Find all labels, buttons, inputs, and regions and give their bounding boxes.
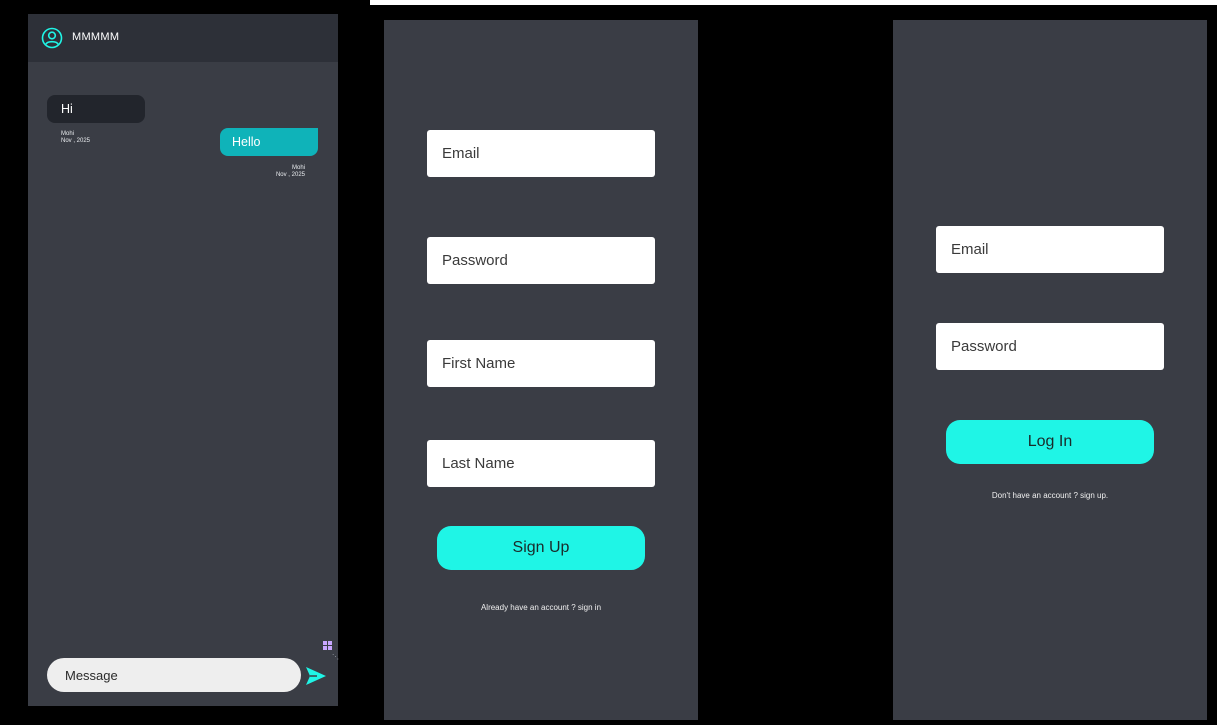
outgoing-message-sender: Mohi bbox=[291, 165, 305, 171]
login-password-field[interactable] bbox=[936, 323, 1164, 370]
grid-icon[interactable] bbox=[323, 641, 332, 650]
incoming-message-date: Nov , 2025 bbox=[61, 138, 91, 144]
log-in-button[interactable]: Log In bbox=[946, 420, 1154, 464]
incoming-message-text: Hi bbox=[61, 102, 73, 116]
sign-up-link[interactable]: Don't have an account ? sign up. bbox=[893, 491, 1207, 500]
first-name-field[interactable] bbox=[427, 340, 655, 387]
last-name-field[interactable] bbox=[427, 440, 655, 487]
signup-password-field[interactable] bbox=[427, 237, 655, 284]
chat-screen: ··· MMMMM Hi Mohi Nov , 2025 Hello Mohi … bbox=[28, 14, 339, 706]
outgoing-message-text: Hello bbox=[232, 135, 261, 149]
signup-email-field[interactable] bbox=[427, 130, 655, 177]
chat-header: MMMMM bbox=[28, 14, 338, 62]
sign-in-link[interactable]: Already have an account ? sign in bbox=[384, 603, 698, 612]
incoming-message-bubble: Hi bbox=[47, 95, 145, 123]
login-screen: Log In Don't have an account ? sign up. bbox=[893, 20, 1207, 720]
resize-dots: ⋱ bbox=[332, 654, 339, 661]
contact-name: MMMMM bbox=[72, 31, 120, 43]
canvas-gap-left bbox=[0, 0, 28, 725]
sign-up-button[interactable]: Sign Up bbox=[437, 526, 645, 570]
message-input[interactable] bbox=[47, 658, 301, 692]
canvas-gap-chat-right bbox=[338, 0, 370, 725]
signup-screen: Sign Up Already have an account ? sign i… bbox=[384, 20, 698, 720]
send-icon[interactable] bbox=[305, 666, 327, 686]
canvas-gap-top bbox=[0, 0, 370, 14]
incoming-message-meta: Mohi Nov , 2025 bbox=[61, 131, 90, 145]
outgoing-message-bubble: Hello bbox=[220, 128, 318, 156]
outgoing-message-meta: Mohi Nov , 2025 bbox=[257, 165, 305, 179]
outgoing-message-date: Nov , 2025 bbox=[275, 172, 305, 178]
login-email-field[interactable] bbox=[936, 226, 1164, 273]
incoming-message-sender: Mohi bbox=[61, 131, 75, 137]
user-circle-icon[interactable] bbox=[41, 27, 63, 49]
canvas-gap-bottom-left bbox=[0, 706, 370, 725]
